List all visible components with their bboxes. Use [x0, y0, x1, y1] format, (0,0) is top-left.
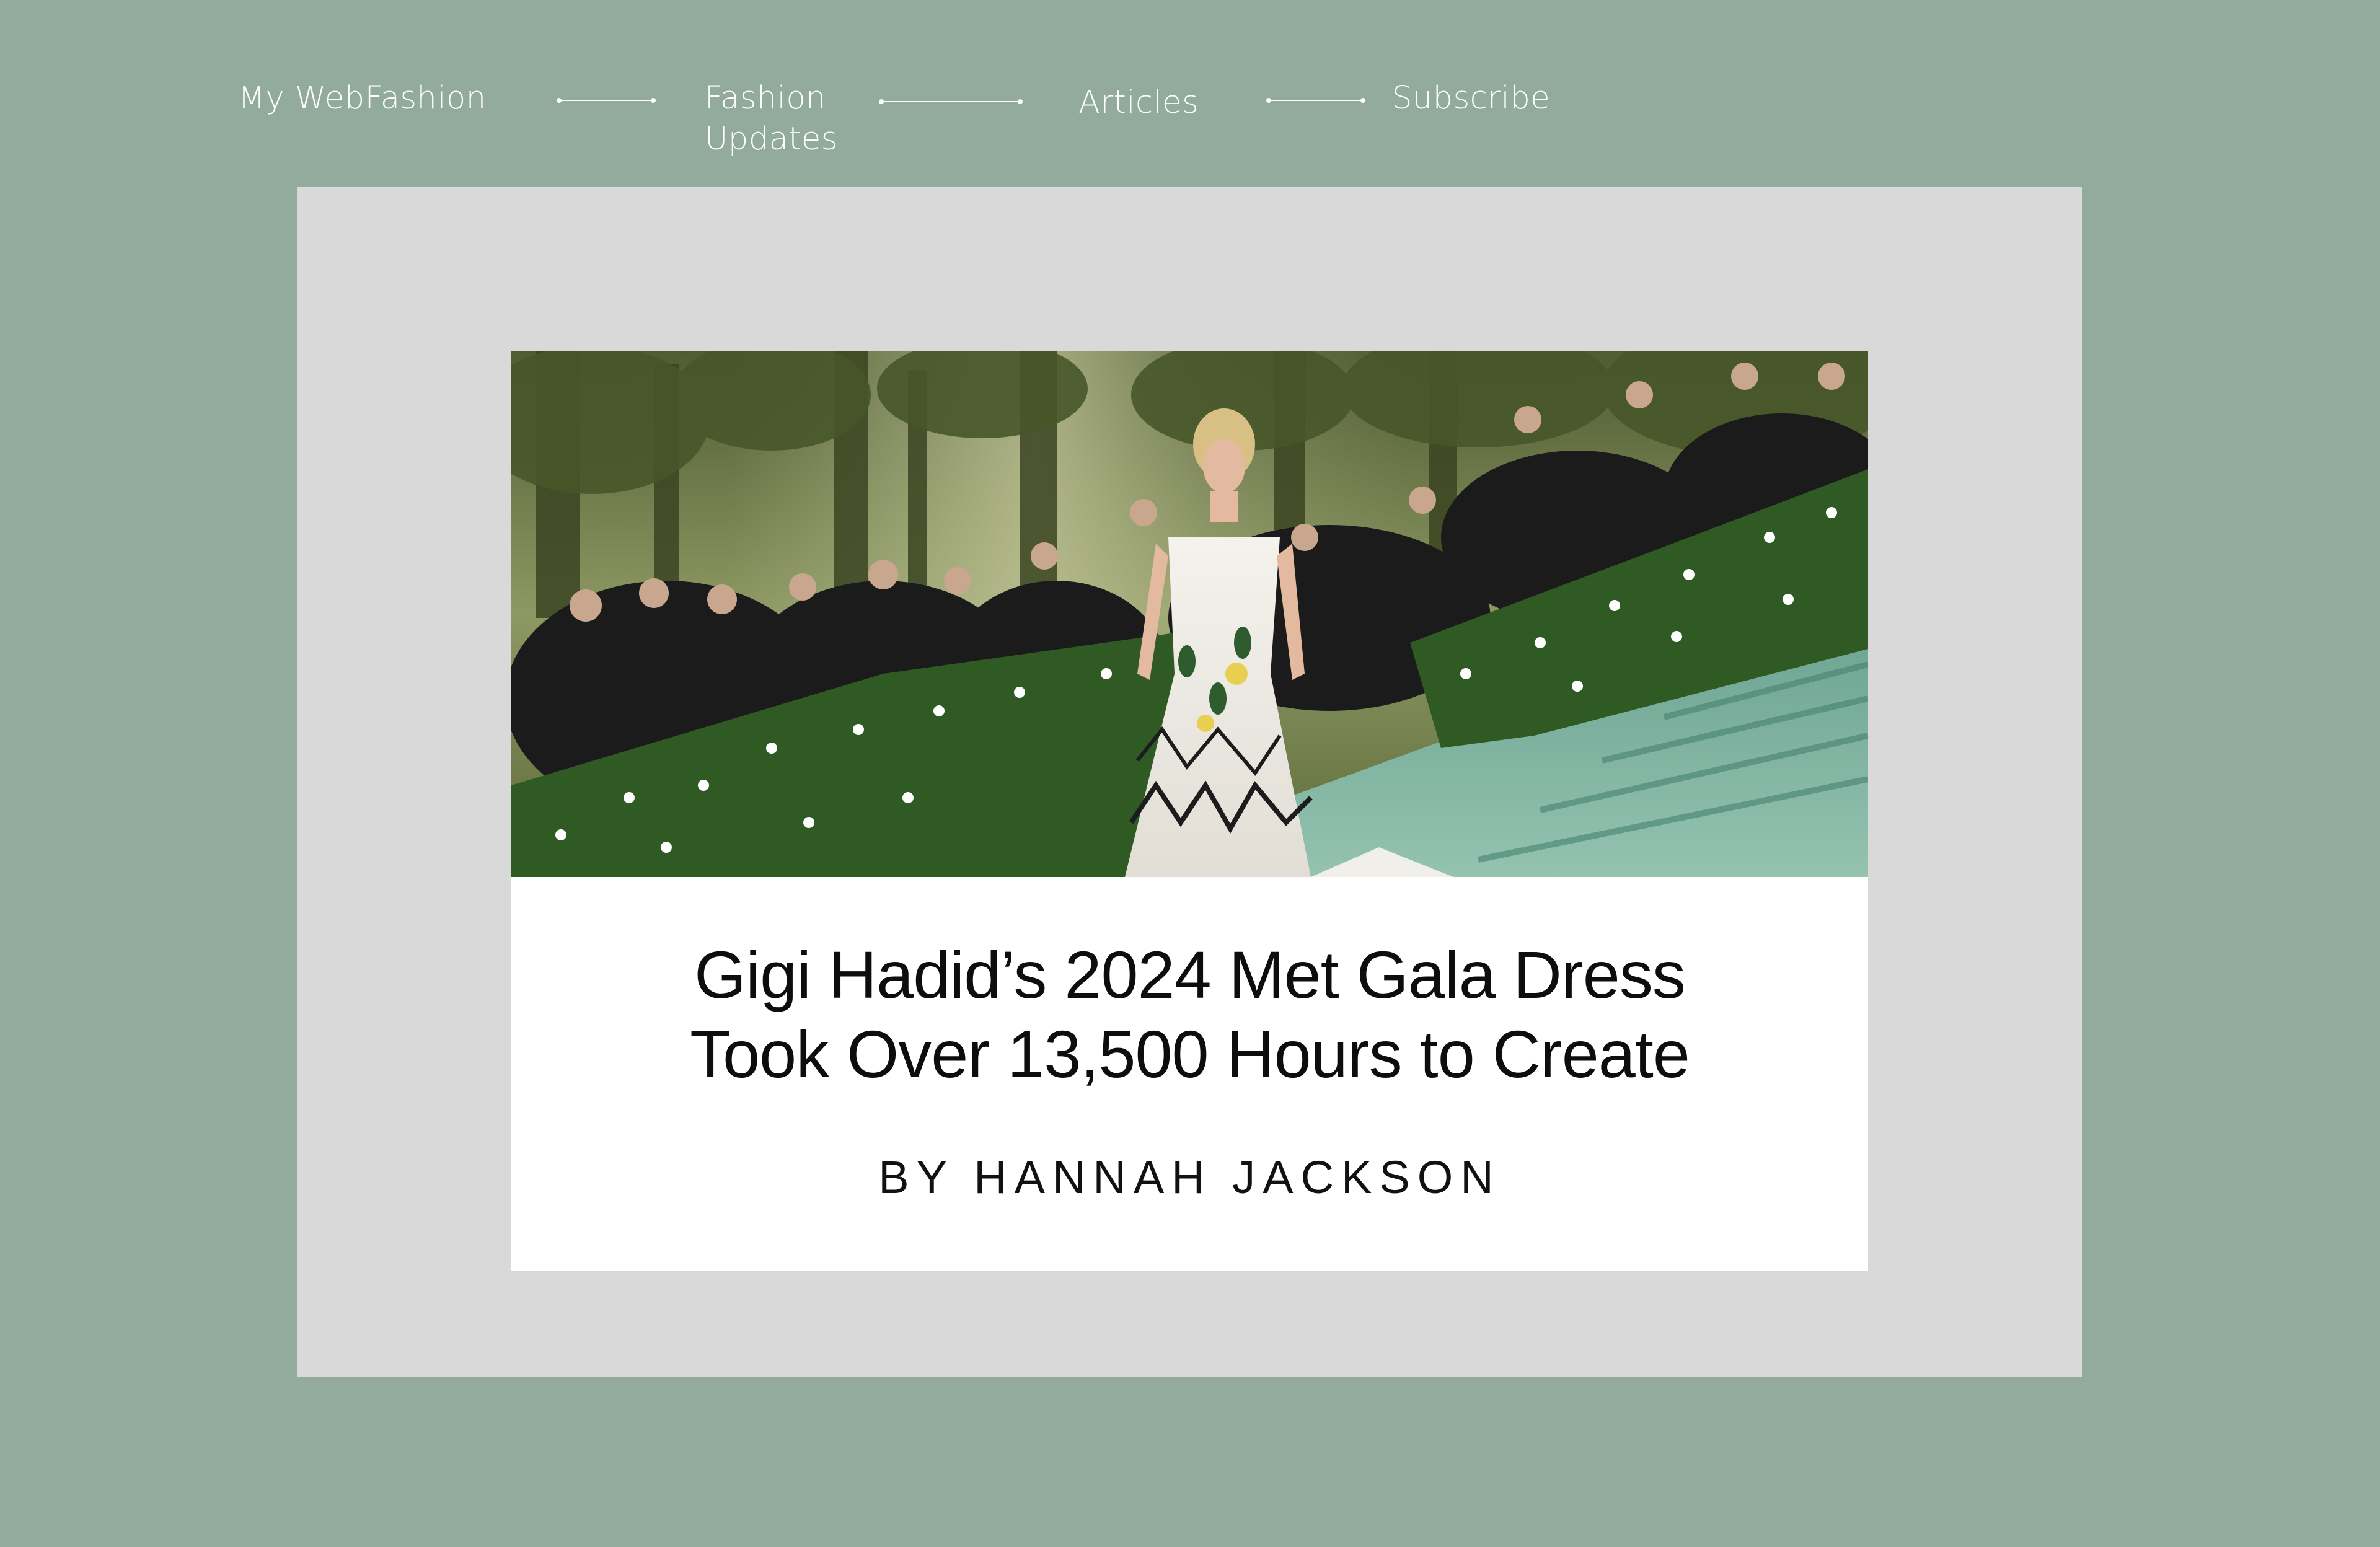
nav-connector-arrow — [557, 97, 656, 104]
article-byline: BY HANNAH JACKSON — [878, 1152, 1501, 1203]
article-headline[interactable]: Gigi Hadid’s 2024 Met Gala Dress Took Ov… — [511, 935, 1868, 1094]
nav-brand[interactable]: My WebFashion — [238, 78, 487, 119]
nav-item-articles[interactable]: Articles — [1078, 82, 1199, 123]
nav-connector-arrow — [1266, 97, 1365, 104]
nav-item-fashion-updates[interactable]: Fashion Updates — [705, 78, 838, 160]
nav-connector-arrow — [879, 98, 1023, 105]
nav-item-subscribe[interactable]: Subscribe — [1392, 78, 1550, 119]
article-hero-image — [511, 351, 1868, 877]
article-card[interactable]: Gigi Hadid’s 2024 Met Gala Dress Took Ov… — [511, 351, 1868, 1271]
